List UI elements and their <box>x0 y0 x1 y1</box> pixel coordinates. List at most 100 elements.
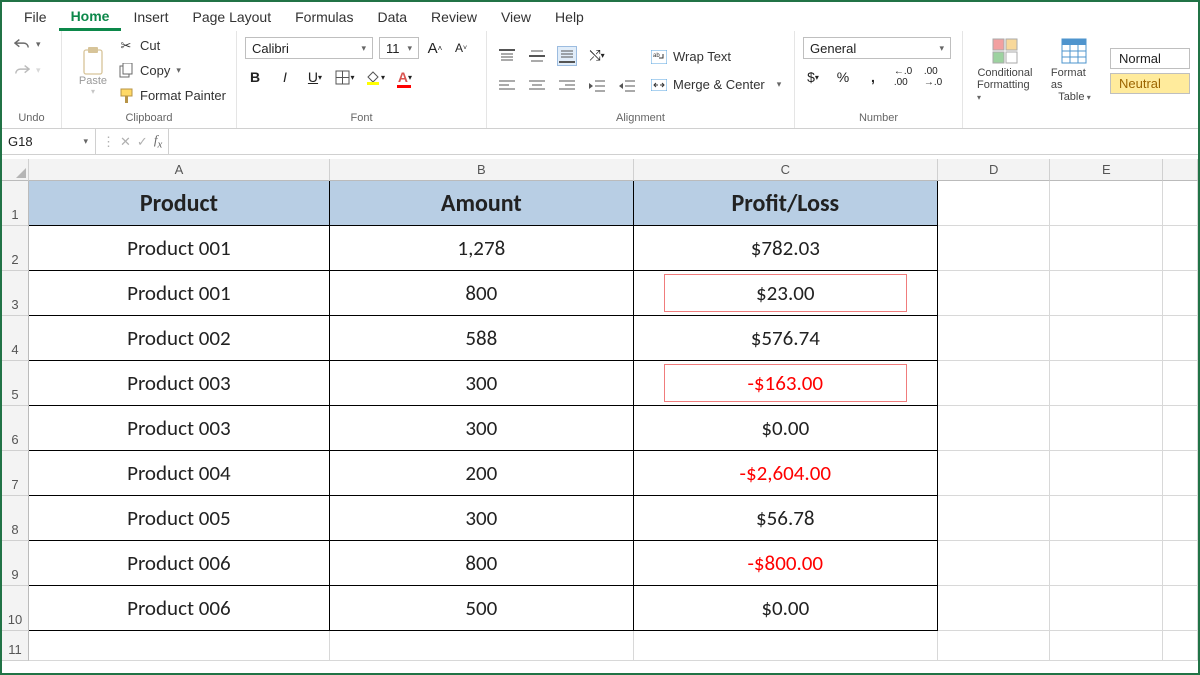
tab-view[interactable]: View <box>489 3 543 31</box>
font-size-combo[interactable]: 11▾ <box>379 37 419 59</box>
underline-button[interactable]: U▾ <box>305 67 325 87</box>
row-header[interactable]: 5 <box>2 361 29 406</box>
cell[interactable] <box>938 451 1051 496</box>
cell[interactable] <box>1163 451 1198 496</box>
row-header[interactable]: 6 <box>2 406 29 451</box>
orientation-button[interactable]: ⤭▾ <box>587 46 607 66</box>
cell-style-normal[interactable]: Normal <box>1110 48 1190 69</box>
cell[interactable]: 300 <box>330 361 634 406</box>
row-header[interactable]: 1 <box>2 181 29 226</box>
cell-style-neutral[interactable]: Neutral <box>1110 73 1190 94</box>
cell[interactable] <box>1163 181 1198 226</box>
grab-handle-icon[interactable]: ⋮ <box>102 134 114 150</box>
borders-button[interactable]: ▾ <box>335 67 355 87</box>
align-top-button[interactable] <box>497 46 517 66</box>
col-header-A[interactable]: A <box>29 159 330 181</box>
fill-color-button[interactable]: ▾ <box>365 67 385 87</box>
cell[interactable] <box>1163 496 1198 541</box>
col-header-extra[interactable] <box>1163 159 1198 181</box>
row-header[interactable]: 4 <box>2 316 29 361</box>
cell[interactable] <box>1163 226 1198 271</box>
cell[interactable]: Product 006 <box>29 541 330 586</box>
cell[interactable]: 300 <box>330 496 634 541</box>
cell[interactable]: -$163.00 <box>634 361 938 406</box>
cell[interactable] <box>938 631 1051 661</box>
font-color-button[interactable]: A▾ <box>395 67 415 87</box>
spreadsheet-grid[interactable]: A B C D E 1ProductAmountProfit/Loss2Prod… <box>2 159 1198 673</box>
paste-button[interactable]: Paste ▾ <box>68 44 118 98</box>
cell[interactable] <box>1050 271 1163 316</box>
cell[interactable] <box>1050 361 1163 406</box>
cell[interactable]: $23.00 <box>634 271 938 316</box>
cell[interactable] <box>938 496 1051 541</box>
cell[interactable] <box>1163 586 1198 631</box>
decrease-decimal-button[interactable]: .00→.0 <box>923 67 943 87</box>
conditional-formatting-button[interactable]: Conditional Formatting ▾ <box>971 36 1039 105</box>
cell[interactable]: 800 <box>330 541 634 586</box>
cell[interactable]: 200 <box>330 451 634 496</box>
cell[interactable]: Product 001 <box>29 271 330 316</box>
cell[interactable] <box>1163 316 1198 361</box>
col-header-C[interactable]: C <box>634 159 938 181</box>
cell[interactable]: Product 005 <box>29 496 330 541</box>
cell[interactable] <box>1050 181 1163 226</box>
align-center-button[interactable] <box>527 76 547 96</box>
cell[interactable] <box>330 631 634 661</box>
tab-file[interactable]: File <box>12 3 59 31</box>
cell[interactable]: -$800.00 <box>634 541 938 586</box>
cell[interactable]: 588 <box>330 316 634 361</box>
cell[interactable] <box>938 361 1051 406</box>
increase-decimal-button[interactable]: ←.0.00 <box>893 67 913 87</box>
cell[interactable] <box>634 631 938 661</box>
name-box[interactable]: G18 ▾ <box>2 129 96 154</box>
row-header[interactable]: 2 <box>2 226 29 271</box>
cell[interactable] <box>1163 631 1198 661</box>
percent-format-button[interactable]: % <box>833 67 853 87</box>
shrink-font-button[interactable]: A˅ <box>451 38 471 58</box>
cell[interactable] <box>1050 226 1163 271</box>
cell[interactable] <box>938 271 1051 316</box>
col-header-D[interactable]: D <box>938 159 1051 181</box>
cell[interactable]: $0.00 <box>634 586 938 631</box>
cell[interactable] <box>1163 406 1198 451</box>
accept-formula-icon[interactable]: ✓ <box>137 134 148 150</box>
cell[interactable]: Product 002 <box>29 316 330 361</box>
grow-font-button[interactable]: A˄ <box>425 38 445 58</box>
cell[interactable] <box>1163 271 1198 316</box>
cell[interactable] <box>1050 451 1163 496</box>
number-format-combo[interactable]: General▾ <box>803 37 951 59</box>
merge-center-button[interactable]: Merge & Center ▾ <box>651 74 781 96</box>
cell[interactable] <box>1050 631 1163 661</box>
italic-button[interactable]: I <box>275 67 295 87</box>
cell[interactable] <box>938 586 1051 631</box>
accounting-format-button[interactable]: $▾ <box>803 67 823 87</box>
cell[interactable]: Amount <box>330 181 634 226</box>
align-bottom-button[interactable] <box>557 46 577 66</box>
cell[interactable]: $0.00 <box>634 406 938 451</box>
align-left-button[interactable] <box>497 76 517 96</box>
row-header[interactable]: 9 <box>2 541 29 586</box>
cancel-formula-icon[interactable]: ✕ <box>120 134 131 150</box>
cell[interactable] <box>1050 541 1163 586</box>
tab-home[interactable]: Home <box>59 2 122 31</box>
cell[interactable] <box>1050 586 1163 631</box>
cell[interactable]: Product 001 <box>29 226 330 271</box>
fx-icon[interactable]: fx <box>154 132 162 151</box>
cell[interactable]: 300 <box>330 406 634 451</box>
cell[interactable] <box>938 406 1051 451</box>
col-header-E[interactable]: E <box>1050 159 1163 181</box>
cell[interactable] <box>938 316 1051 361</box>
cell[interactable] <box>1050 316 1163 361</box>
cell[interactable]: Product <box>29 181 330 226</box>
cell[interactable] <box>1050 496 1163 541</box>
increase-indent-button[interactable] <box>617 76 637 96</box>
col-header-B[interactable]: B <box>330 159 634 181</box>
tab-review[interactable]: Review <box>419 3 489 31</box>
cell[interactable]: $56.78 <box>634 496 938 541</box>
cell[interactable]: Product 006 <box>29 586 330 631</box>
cell[interactable]: Product 004 <box>29 451 330 496</box>
format-painter-button[interactable]: Format Painter <box>118 85 226 107</box>
redo-button[interactable]: ▾ <box>14 59 41 81</box>
cell[interactable]: 500 <box>330 586 634 631</box>
decrease-indent-button[interactable] <box>587 76 607 96</box>
